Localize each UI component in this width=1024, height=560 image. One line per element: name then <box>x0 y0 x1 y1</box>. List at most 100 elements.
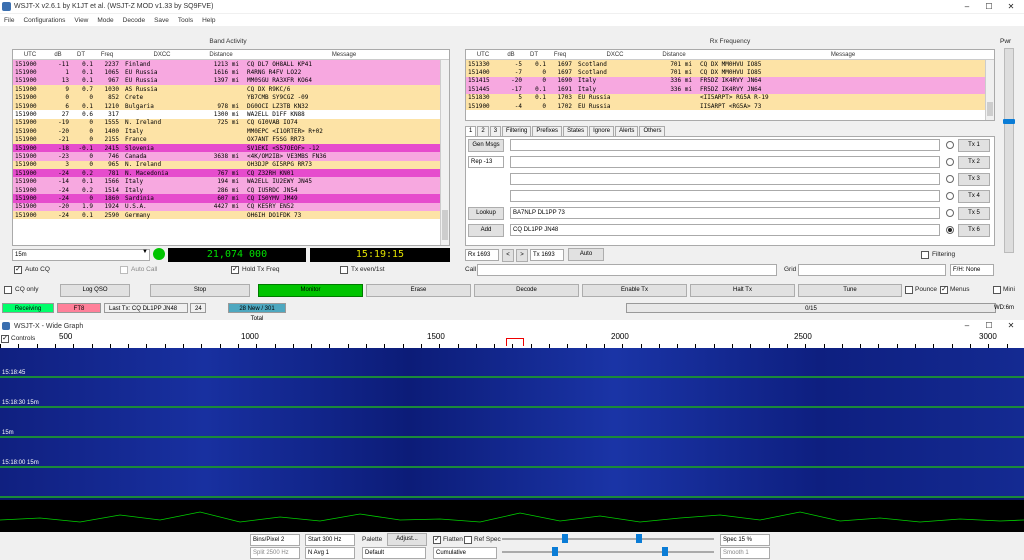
menu-item-tools[interactable]: Tools <box>178 17 193 24</box>
menus-checkbox[interactable]: ✓ <box>940 286 948 294</box>
table-row[interactable]: 151900 13 0.1 967 EU Russia 1397 mi MM0SGU RA3… <box>13 76 440 86</box>
table-row[interactable]: 151900 -18 -0.1 2415 Slovenia SV1EKI <S57OEOF… <box>13 143 440 153</box>
column-header[interactable]: DXCC <box>574 52 656 58</box>
column-header[interactable]: UTC <box>13 52 47 58</box>
menu-item-mode[interactable]: Mode <box>97 17 113 24</box>
gen-msgs-button[interactable]: Gen Msgs <box>468 139 504 152</box>
gain-slider-handle[interactable] <box>562 534 568 543</box>
band-select[interactable]: 15m <box>12 249 150 261</box>
table-row[interactable]: 151900 -24 0 1860 Sardinia 607 mi CQ IS0YMV JM… <box>13 194 440 203</box>
table-row[interactable]: 151900 -23 0 746 Canada 3638 mi <4K/OM2IB> VE3… <box>13 152 440 161</box>
tx-frequency-spinbox[interactable]: Tx 1693 <box>530 249 564 261</box>
hold-tx-freq-checkbox[interactable]: ✓ <box>231 266 239 274</box>
column-header[interactable]: Freq <box>546 52 574 58</box>
table-row[interactable]: 151415 -20 0 1690 Italy 336 mi FR5DZ IK4RVY JN… <box>466 76 985 86</box>
rx-frequency-scrollbar[interactable] <box>985 60 994 120</box>
table-row[interactable]: 151900 9 0.7 1030 AS Russia CQ DX R9KC/6 <box>13 85 440 94</box>
stop-button[interactable]: Stop <box>150 284 250 297</box>
split-spinbox[interactable]: Split 2500 Hz <box>250 547 300 559</box>
zero-slider-handle[interactable] <box>636 534 642 543</box>
call-input[interactable] <box>477 264 777 276</box>
flatten-checkbox[interactable]: ✓ <box>433 536 441 544</box>
chevron-down-icon[interactable]: ▼ <box>142 249 148 255</box>
tx4-message-field[interactable] <box>510 190 940 202</box>
spec-spinbox[interactable]: Spec 15 % <box>720 534 770 546</box>
decode-button[interactable]: Decode <box>474 284 579 297</box>
grid-input[interactable] <box>798 264 946 276</box>
column-header[interactable]: dB <box>47 52 69 58</box>
menu-item-save[interactable]: Save <box>154 17 169 24</box>
column-header[interactable]: DXCC <box>121 52 203 58</box>
menu-item-help[interactable]: Help <box>202 17 215 24</box>
column-header[interactable]: Message <box>692 52 994 58</box>
tab-others[interactable]: Others <box>639 126 666 136</box>
add-button[interactable]: Add <box>468 224 504 237</box>
table-row[interactable]: 151900 -24 0.2 781 N. Macedonia 767 mi CQ Z32R… <box>13 169 440 178</box>
table-row[interactable]: 151900 27 0.6 317 1300 mi WA2ELL D1FF KN88 <box>13 110 440 119</box>
tab-states[interactable]: States <box>563 126 589 136</box>
table-row[interactable]: 151330 -5 0.1 1697 Scotland 701 mi CQ DX MM0HV… <box>466 60 985 69</box>
smooth-spinbox[interactable]: Smooth 1 <box>720 547 770 559</box>
table-row[interactable]: 151900 -14 0.1 1566 Italy 194 mi WA2ELL IU2EWY… <box>13 177 440 186</box>
tx5-button[interactable]: Tx 5 <box>958 207 990 220</box>
auto-cq-checkbox[interactable]: ✓ <box>14 266 22 274</box>
tab-3[interactable]: 3 <box>489 126 502 136</box>
tx6-radio[interactable] <box>946 226 954 234</box>
bins-pixel-spinbox[interactable]: Bins/Pixel 2 <box>250 534 300 546</box>
tx3-button[interactable]: Tx 3 <box>958 173 990 186</box>
rx-to-tx-button[interactable]: < <box>502 249 514 262</box>
zero2-slider-handle[interactable] <box>662 547 668 556</box>
table-row[interactable]: 151900 -20 0 1400 Italy MM0EPC <I1ORTER> R+02 <box>13 127 440 136</box>
tx1-message-field[interactable] <box>510 139 940 151</box>
power-slider[interactable] <box>1003 48 1015 253</box>
tx4-button[interactable]: Tx 4 <box>958 190 990 203</box>
column-header[interactable]: DT <box>522 52 546 58</box>
cq-only-checkbox[interactable] <box>4 286 12 294</box>
table-row[interactable]: 151900 -19 0 1555 N. Ireland 725 mi CQ GI0VAB … <box>13 118 440 128</box>
menu-item-decode[interactable]: Decode <box>123 17 145 24</box>
maximize-icon[interactable]: ☐ <box>978 0 1000 13</box>
tab-1[interactable]: 1 <box>465 126 477 136</box>
close-icon[interactable]: ✕ <box>1000 320 1022 332</box>
rep-spinbox[interactable]: Rep -13 <box>468 156 504 168</box>
monitor-button[interactable]: Monitor <box>258 284 363 297</box>
minimize-icon[interactable]: – <box>956 0 978 13</box>
column-header[interactable]: DT <box>69 52 93 58</box>
column-header[interactable]: Distance <box>656 52 692 58</box>
tx4-radio[interactable] <box>946 192 954 200</box>
column-header[interactable]: Freq <box>93 52 121 58</box>
tx-frequency-marker[interactable] <box>506 338 524 346</box>
tx-to-rx-button[interactable]: > <box>516 249 528 262</box>
tx2-radio[interactable] <box>946 158 954 166</box>
tx1-button[interactable]: Tx 1 <box>958 139 990 152</box>
controls-checkbox[interactable]: ✓ <box>1 335 9 343</box>
mode-select[interactable]: F/H: None <box>950 264 994 276</box>
tab-prefixes[interactable]: Prefixes <box>532 126 563 136</box>
scroll-thumb[interactable] <box>987 102 993 116</box>
tx3-message-field[interactable] <box>510 173 940 185</box>
table-row[interactable]: 151400 -7 0 1697 Scotland 701 mi CQ DX MM0HVU … <box>466 68 985 77</box>
tab-filtering[interactable]: Filtering <box>502 126 532 136</box>
filtering-checkbox[interactable] <box>921 251 929 259</box>
table-row[interactable]: 151900 6 0.1 1210 Bulgaria 978 mi DG0OCI LZ3TB… <box>13 101 440 111</box>
table-row[interactable]: 151900 -11 0.1 2237 Finland 1213 mi CQ DL7 OH8… <box>13 60 440 69</box>
minimize-icon[interactable]: – <box>956 320 978 332</box>
tx6-message-field[interactable]: CQ DL1PP JN48 <box>510 224 940 236</box>
gain-slider[interactable] <box>502 534 714 543</box>
tx3-radio[interactable] <box>946 175 954 183</box>
n-avg-spinbox[interactable]: N Avg 1 <box>305 547 355 559</box>
auto-button[interactable]: Auto <box>568 248 604 261</box>
adjust-button[interactable]: Adjust... <box>387 533 427 546</box>
table-row[interactable]: 151900 -20 1.9 1924 U.S.A. 4427 mi CQ KE5RY EN… <box>13 202 440 212</box>
band-activity-scrollbar[interactable] <box>440 60 449 245</box>
table-row[interactable]: 151900 -21 0 2155 France OX7ANT F5SG RR73 <box>13 135 440 144</box>
tx2-message-field[interactable] <box>510 156 940 168</box>
ref-spec-checkbox[interactable] <box>464 536 472 544</box>
menu-item-view[interactable]: View <box>74 17 88 24</box>
tab-2[interactable]: 2 <box>477 126 489 136</box>
avg-slider[interactable] <box>502 547 714 556</box>
table-row[interactable]: 151900 -24 0.2 1514 Italy 286 mi CQ IU5RDC JN5… <box>13 185 440 195</box>
scroll-thumb[interactable] <box>442 210 448 240</box>
table-row[interactable]: 151900 -4 0 1702 EU Russia IISARPT <RG5A> 73 <box>466 101 985 111</box>
tab-ignore[interactable]: Ignore <box>589 126 615 136</box>
